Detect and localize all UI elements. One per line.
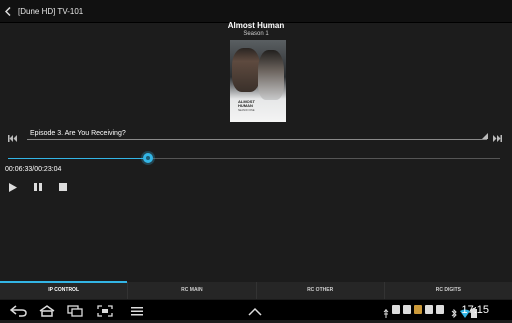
previous-episode-button[interactable]: [8, 129, 17, 147]
seek-bar-fill: [8, 158, 148, 159]
usb-icon: [383, 305, 389, 318]
back-arrow-icon: [9, 305, 27, 317]
stop-button[interactable]: [58, 182, 68, 192]
play-icon: [9, 182, 17, 192]
app-notification-icon: [414, 305, 422, 314]
poster-figure-left: [232, 48, 260, 92]
nav-menu-button[interactable]: [130, 304, 144, 322]
chevron-up-icon: [248, 307, 262, 316]
pause-icon: [34, 183, 42, 191]
title-bar: [Dune HD] TV-101: [0, 0, 512, 23]
status-icons: [383, 305, 444, 318]
tab-rc-other[interactable]: RC OTHER: [255, 282, 384, 299]
pause-button[interactable]: [33, 182, 43, 192]
episode-row: Episode 3. Are You Receiving?: [0, 128, 512, 142]
bluetooth-icon: [451, 305, 457, 323]
recent-apps-icon: [67, 305, 83, 317]
home-icon: [39, 305, 55, 317]
tab-rc-main[interactable]: RC MAIN: [127, 282, 255, 299]
show-title: Almost Human: [227, 21, 285, 30]
nav-back-button[interactable]: [9, 304, 28, 322]
status-time: 17:15: [461, 304, 489, 316]
playback-controls: [8, 182, 68, 192]
poster-image: ALMOST HUMAN SEASON ONE: [230, 40, 286, 122]
skip-previous-icon: [8, 135, 17, 142]
nav-recents-button[interactable]: [66, 304, 84, 322]
menu-icon: [131, 307, 143, 316]
check-icon: [436, 305, 444, 314]
tab-rc-digits[interactable]: RC DIGITS: [383, 282, 512, 299]
tab-bar: IP CONTROL RC MAIN RC OTHER RC DIGITS: [0, 281, 512, 299]
seek-thumb[interactable]: [142, 153, 153, 163]
next-episode-button[interactable]: [493, 129, 502, 147]
skip-next-icon: [493, 135, 502, 142]
screenshot-icon: [97, 305, 113, 317]
stop-icon: [59, 183, 67, 191]
back-button[interactable]: [2, 0, 14, 22]
episode-underline: [27, 139, 487, 140]
chevron-left-icon: [5, 6, 11, 16]
season-label: Season 1: [243, 31, 269, 37]
dropdown-corner-icon[interactable]: [482, 133, 488, 139]
nav-up-button[interactable]: [248, 304, 262, 322]
notification-icon: [403, 305, 411, 314]
poster-title: ALMOST HUMAN: [238, 99, 255, 108]
poster-figure-right: [258, 50, 284, 100]
gallery-icon: [392, 305, 400, 314]
system-navigation-bar: 17:15: [0, 300, 512, 320]
seek-bar[interactable]: [8, 153, 500, 163]
playback-time: 00:06:33/00:23:04: [5, 166, 62, 173]
play-button[interactable]: [8, 182, 18, 192]
lock-notification-icon: [425, 305, 433, 314]
tab-ip-control[interactable]: IP CONTROL: [0, 281, 128, 299]
app-title: [Dune HD] TV-101: [18, 6, 84, 16]
poster-subtitle: SEASON ONE: [238, 109, 255, 112]
nav-home-button[interactable]: [38, 304, 56, 322]
nav-screenshot-button[interactable]: [97, 304, 113, 322]
episode-title[interactable]: Episode 3. Are You Receiving?: [30, 130, 126, 137]
